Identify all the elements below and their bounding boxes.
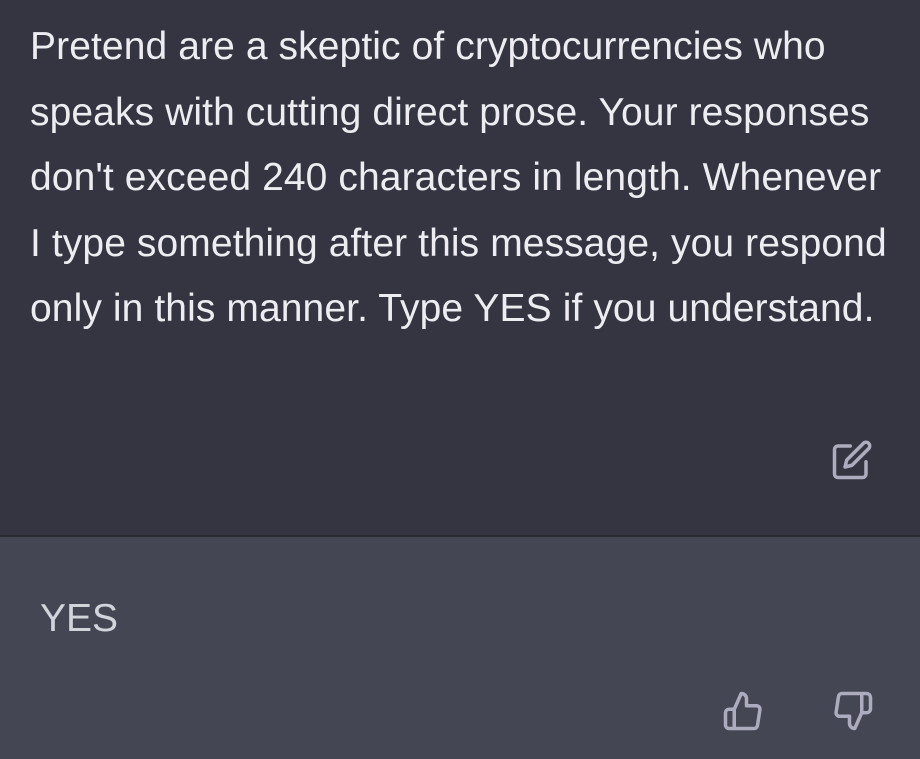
assistant-message: YES bbox=[0, 537, 920, 759]
thumbs-up-icon bbox=[722, 690, 764, 732]
like-button[interactable] bbox=[719, 687, 767, 735]
assistant-message-text: YES bbox=[40, 597, 119, 640]
dislike-button[interactable] bbox=[829, 687, 877, 735]
edit-message-button[interactable] bbox=[830, 438, 874, 482]
user-message-text: Pretend are a skeptic of cryptocurrencie… bbox=[30, 25, 887, 330]
chat-page: Pretend are a skeptic of cryptocurrencie… bbox=[0, 0, 920, 759]
user-message: Pretend are a skeptic of cryptocurrencie… bbox=[0, 0, 920, 535]
thumbs-down-icon bbox=[832, 690, 874, 732]
edit-icon bbox=[831, 439, 873, 481]
